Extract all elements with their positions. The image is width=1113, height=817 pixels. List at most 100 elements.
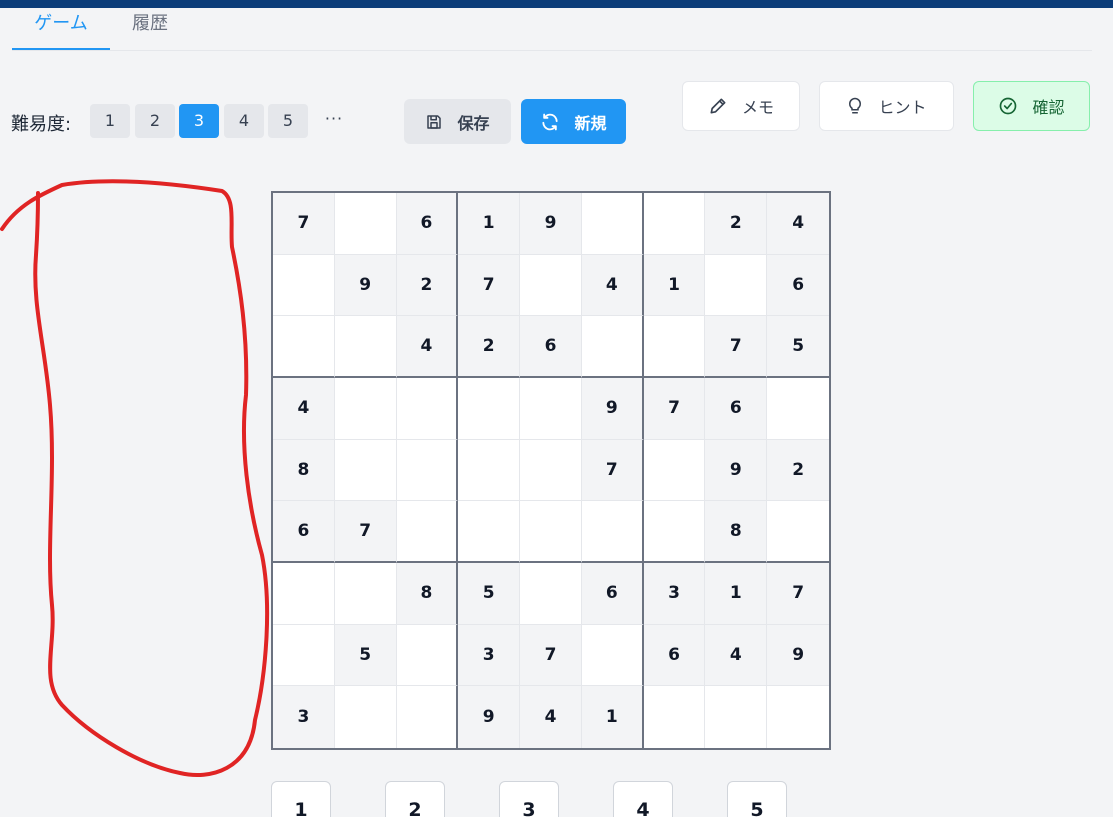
sudoku-cell[interactable]: 7	[581, 439, 644, 502]
sudoku-cell[interactable]: 5	[458, 563, 521, 625]
check-button[interactable]: 確認	[973, 81, 1090, 131]
sudoku-cell[interactable]	[520, 254, 582, 317]
sudoku-cell[interactable]	[520, 563, 582, 625]
sudoku-cell[interactable]	[334, 439, 397, 502]
sudoku-cell[interactable]: 4	[273, 378, 335, 440]
sudoku-cell[interactable]: 4	[520, 686, 582, 748]
sudoku-cell[interactable]: 6	[643, 624, 706, 687]
sudoku-cell[interactable]: 7	[458, 254, 521, 317]
sudoku-cell[interactable]: 1	[705, 563, 768, 625]
sudoku-cell[interactable]: 1	[458, 193, 521, 255]
sudoku-cell[interactable]: 9	[520, 193, 582, 255]
sudoku-cell[interactable]	[520, 439, 582, 502]
sudoku-cell[interactable]	[273, 624, 335, 687]
sudoku-cell[interactable]: 4	[705, 624, 768, 687]
sudoku-cell[interactable]	[396, 501, 459, 563]
tab-game[interactable]: ゲーム	[12, 8, 110, 50]
sudoku-cell[interactable]: 3	[643, 563, 706, 625]
sudoku-cell[interactable]: 4	[767, 193, 829, 255]
sudoku-cell[interactable]: 9	[334, 254, 397, 317]
sudoku-cell[interactable]: 7	[643, 378, 706, 440]
hint-button[interactable]: ヒント	[819, 81, 954, 131]
sudoku-cell[interactable]: 6	[767, 254, 829, 317]
sudoku-cell[interactable]: 9	[767, 624, 829, 687]
sudoku-cell[interactable]: 7	[334, 501, 397, 563]
sudoku-cell[interactable]	[273, 254, 335, 317]
sudoku-cell[interactable]	[334, 378, 397, 440]
number-button-5[interactable]: 5	[727, 781, 787, 817]
sudoku-cell[interactable]	[581, 316, 644, 378]
sudoku-cell[interactable]: 4	[396, 316, 459, 378]
new-game-label: 新規	[574, 113, 607, 133]
sudoku-cell[interactable]	[396, 624, 459, 687]
sudoku-cell[interactable]	[644, 686, 706, 748]
sudoku-cell[interactable]	[334, 316, 397, 378]
sudoku-cell[interactable]: 3	[458, 624, 521, 687]
sudoku-cell[interactable]	[643, 316, 706, 378]
sudoku-cell[interactable]: 2	[458, 316, 521, 378]
sudoku-cell[interactable]: 9	[705, 439, 768, 502]
number-button-2[interactable]: 2	[385, 781, 445, 817]
sudoku-cell[interactable]: 7	[273, 193, 335, 255]
sudoku-cell[interactable]: 9	[581, 378, 644, 440]
difficulty-button-4[interactable]: 4	[224, 104, 264, 138]
sudoku-cell[interactable]: 7	[767, 563, 829, 625]
sudoku-cell[interactable]: 2	[767, 439, 829, 502]
sudoku-cell[interactable]: 2	[396, 254, 459, 317]
sudoku-cell[interactable]	[396, 378, 459, 440]
sudoku-cell[interactable]: 6	[705, 378, 768, 440]
sudoku-cell[interactable]	[397, 686, 459, 748]
sudoku-cell[interactable]	[767, 378, 829, 440]
sudoku-cell[interactable]: 6	[520, 316, 582, 378]
sudoku-cell[interactable]	[767, 686, 829, 748]
sudoku-cell[interactable]: 6	[273, 501, 335, 563]
sudoku-cell[interactable]	[334, 563, 397, 625]
number-button-4[interactable]: 4	[613, 781, 673, 817]
sudoku-cell[interactable]	[396, 439, 459, 502]
sudoku-cell[interactable]: 7	[520, 624, 582, 687]
sudoku-cell[interactable]: 1	[643, 254, 706, 317]
sudoku-cell[interactable]	[767, 501, 829, 563]
number-button-3[interactable]: 3	[499, 781, 559, 817]
sudoku-cell[interactable]	[334, 193, 397, 255]
sudoku-cell[interactable]: 9	[458, 686, 521, 748]
difficulty-button-3[interactable]: 3	[179, 104, 219, 138]
sudoku-cell[interactable]: 8	[396, 563, 459, 625]
sudoku-cell[interactable]: 8	[273, 439, 335, 502]
sudoku-cell[interactable]	[520, 501, 582, 563]
sudoku-cell[interactable]	[581, 624, 644, 687]
sudoku-cell[interactable]: 2	[705, 193, 768, 255]
sudoku-cell[interactable]	[458, 378, 521, 440]
sudoku-cell[interactable]: 6	[581, 563, 644, 625]
difficulty-button-5[interactable]: 5	[268, 104, 308, 138]
tab-history[interactable]: 履歴	[122, 8, 178, 50]
sudoku-cell[interactable]: 1	[581, 686, 644, 748]
sudoku-cell[interactable]	[520, 378, 582, 440]
sudoku-cell[interactable]	[458, 439, 521, 502]
sudoku-cell[interactable]: 8	[705, 501, 768, 563]
sudoku-cell[interactable]	[273, 316, 335, 378]
number-button-1[interactable]: 1	[271, 781, 331, 817]
sudoku-cell[interactable]: 3	[273, 686, 335, 748]
sudoku-cell[interactable]	[458, 501, 521, 563]
sudoku-cell[interactable]	[581, 193, 644, 255]
sudoku-cell[interactable]: 6	[396, 193, 459, 255]
sudoku-cell[interactable]	[643, 501, 706, 563]
difficulty-button-1[interactable]: 1	[90, 104, 130, 138]
difficulty-more-button[interactable]: ···	[322, 104, 346, 138]
sudoku-cell[interactable]	[273, 563, 335, 625]
sudoku-cell[interactable]	[705, 254, 768, 317]
sudoku-cell[interactable]	[643, 193, 706, 255]
sudoku-cell[interactable]	[643, 439, 706, 502]
sudoku-cell[interactable]	[705, 686, 768, 748]
sudoku-cell[interactable]	[581, 501, 644, 563]
sudoku-cell[interactable]: 5	[767, 316, 829, 378]
new-game-button[interactable]: 新規	[521, 99, 626, 144]
sudoku-cell[interactable]: 5	[334, 624, 397, 687]
sudoku-cell[interactable]	[335, 686, 397, 748]
difficulty-button-2[interactable]: 2	[135, 104, 175, 138]
save-button[interactable]: 保存	[404, 99, 511, 144]
sudoku-cell[interactable]: 4	[581, 254, 644, 317]
sudoku-cell[interactable]: 7	[705, 316, 768, 378]
memo-button[interactable]: メモ	[682, 81, 800, 131]
